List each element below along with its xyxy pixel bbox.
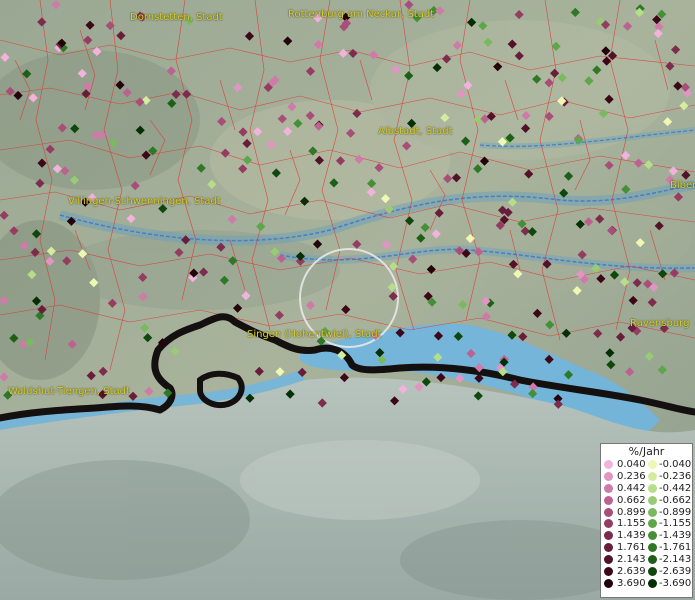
legend-row: 1.155 -1.155 bbox=[601, 518, 692, 530]
legend-row: 2.639 -2.639 bbox=[601, 566, 692, 578]
legend-label-positive: 1.439 bbox=[617, 530, 646, 542]
legend-row: 2.143 -2.143 bbox=[601, 554, 692, 566]
legend-row: 0.662 -0.662 bbox=[601, 495, 692, 507]
legend-swatch-negative bbox=[648, 543, 657, 553]
legend-swatch-positive bbox=[604, 555, 613, 565]
legend-swatch-negative bbox=[648, 519, 657, 529]
city-label-waldshut-tiengen: Waldshut-Tiengen, Stadt bbox=[8, 386, 130, 397]
legend-label-negative: -1.155 bbox=[659, 518, 692, 530]
legend-label-negative: -0.442 bbox=[659, 482, 692, 494]
legend-label-negative: -2.143 bbox=[659, 554, 692, 566]
legend-row: 0.442 -0.442 bbox=[601, 483, 692, 495]
legend-label-negative: -2.639 bbox=[659, 566, 692, 578]
legend-label-positive: 1.155 bbox=[617, 518, 646, 530]
city-label-villingen-schwenningen: Villingen-Schwenningen, Stadt bbox=[68, 196, 221, 207]
legend-rows: 0.040 -0.040 0.236 -0.236 0.442 -0.442 0.662 -0… bbox=[601, 459, 692, 590]
legend-swatch-positive bbox=[604, 507, 613, 517]
legend-swatch-negative bbox=[648, 531, 657, 541]
legend-row: 0.899 -0.899 bbox=[601, 507, 692, 519]
legend-label-negative: -0.236 bbox=[659, 470, 692, 482]
terrain-layer bbox=[0, 0, 695, 600]
legend-swatch-negative bbox=[648, 555, 657, 565]
city-label-biber: Biber bbox=[670, 180, 695, 191]
legend-swatch-positive bbox=[604, 460, 613, 469]
legend-label-positive: 0.899 bbox=[617, 506, 646, 518]
legend-label-negative: -3.690 bbox=[659, 577, 692, 589]
legend-label-negative: -1.761 bbox=[659, 542, 692, 554]
city-label-ravensburg: Ravensburg bbox=[630, 318, 690, 329]
legend-label-negative: -1.439 bbox=[659, 530, 692, 542]
map-legend: %/Jahr 0.040 -0.040 0.236 -0.236 0.442 -0.442… bbox=[600, 443, 693, 598]
legend-swatch-positive bbox=[604, 531, 613, 541]
legend-swatch-positive bbox=[604, 519, 613, 529]
legend-label-positive: 0.040 bbox=[617, 459, 646, 470]
legend-label-positive: 1.761 bbox=[617, 542, 646, 554]
legend-swatch-positive bbox=[604, 483, 613, 493]
legend-swatch-negative bbox=[648, 495, 657, 505]
legend-label-positive: 0.442 bbox=[617, 482, 646, 494]
legend-swatch-negative bbox=[648, 578, 657, 588]
legend-row: 0.040 -0.040 bbox=[601, 459, 692, 471]
legend-row: 1.761 -1.761 bbox=[601, 542, 692, 554]
legend-label-positive: 0.236 bbox=[617, 470, 646, 482]
legend-label-positive: 2.143 bbox=[617, 554, 646, 566]
legend-label-negative: -0.899 bbox=[659, 506, 692, 518]
city-label-dornstetten: Dornstetten, Stadt bbox=[130, 12, 223, 23]
legend-label-negative: -0.040 bbox=[659, 459, 692, 470]
legend-swatch-positive bbox=[604, 567, 613, 577]
legend-row: 3.690 -3.690 bbox=[601, 578, 692, 590]
city-label-albstadt: Albstadt, Stadt bbox=[378, 126, 453, 137]
legend-swatch-negative bbox=[648, 507, 657, 517]
legend-swatch-negative bbox=[648, 483, 657, 493]
city-label-singen: Singen (Hohentwiel), Stadt bbox=[247, 329, 382, 340]
map-view[interactable]: Dornstetten, Stadt Rottenburg am Neckar,… bbox=[0, 0, 695, 600]
legend-swatch-negative bbox=[648, 471, 657, 481]
legend-swatch-positive bbox=[604, 495, 613, 505]
legend-row: 1.439 -1.439 bbox=[601, 530, 692, 542]
legend-swatch-positive bbox=[604, 543, 613, 553]
city-label-rottenburg: Rottenburg am Neckar, Stadt bbox=[288, 9, 435, 20]
legend-row: 0.236 -0.236 bbox=[601, 471, 692, 483]
legend-swatch-negative bbox=[648, 460, 657, 469]
legend-label-positive: 3.690 bbox=[617, 577, 646, 589]
legend-swatch-positive bbox=[604, 578, 613, 588]
legend-swatch-negative bbox=[648, 567, 657, 577]
legend-label-negative: -0.662 bbox=[659, 494, 692, 506]
legend-label-positive: 0.662 bbox=[617, 494, 646, 506]
legend-swatch-positive bbox=[604, 471, 613, 481]
legend-label-positive: 2.639 bbox=[617, 566, 646, 578]
legend-title: %/Jahr bbox=[628, 445, 665, 458]
